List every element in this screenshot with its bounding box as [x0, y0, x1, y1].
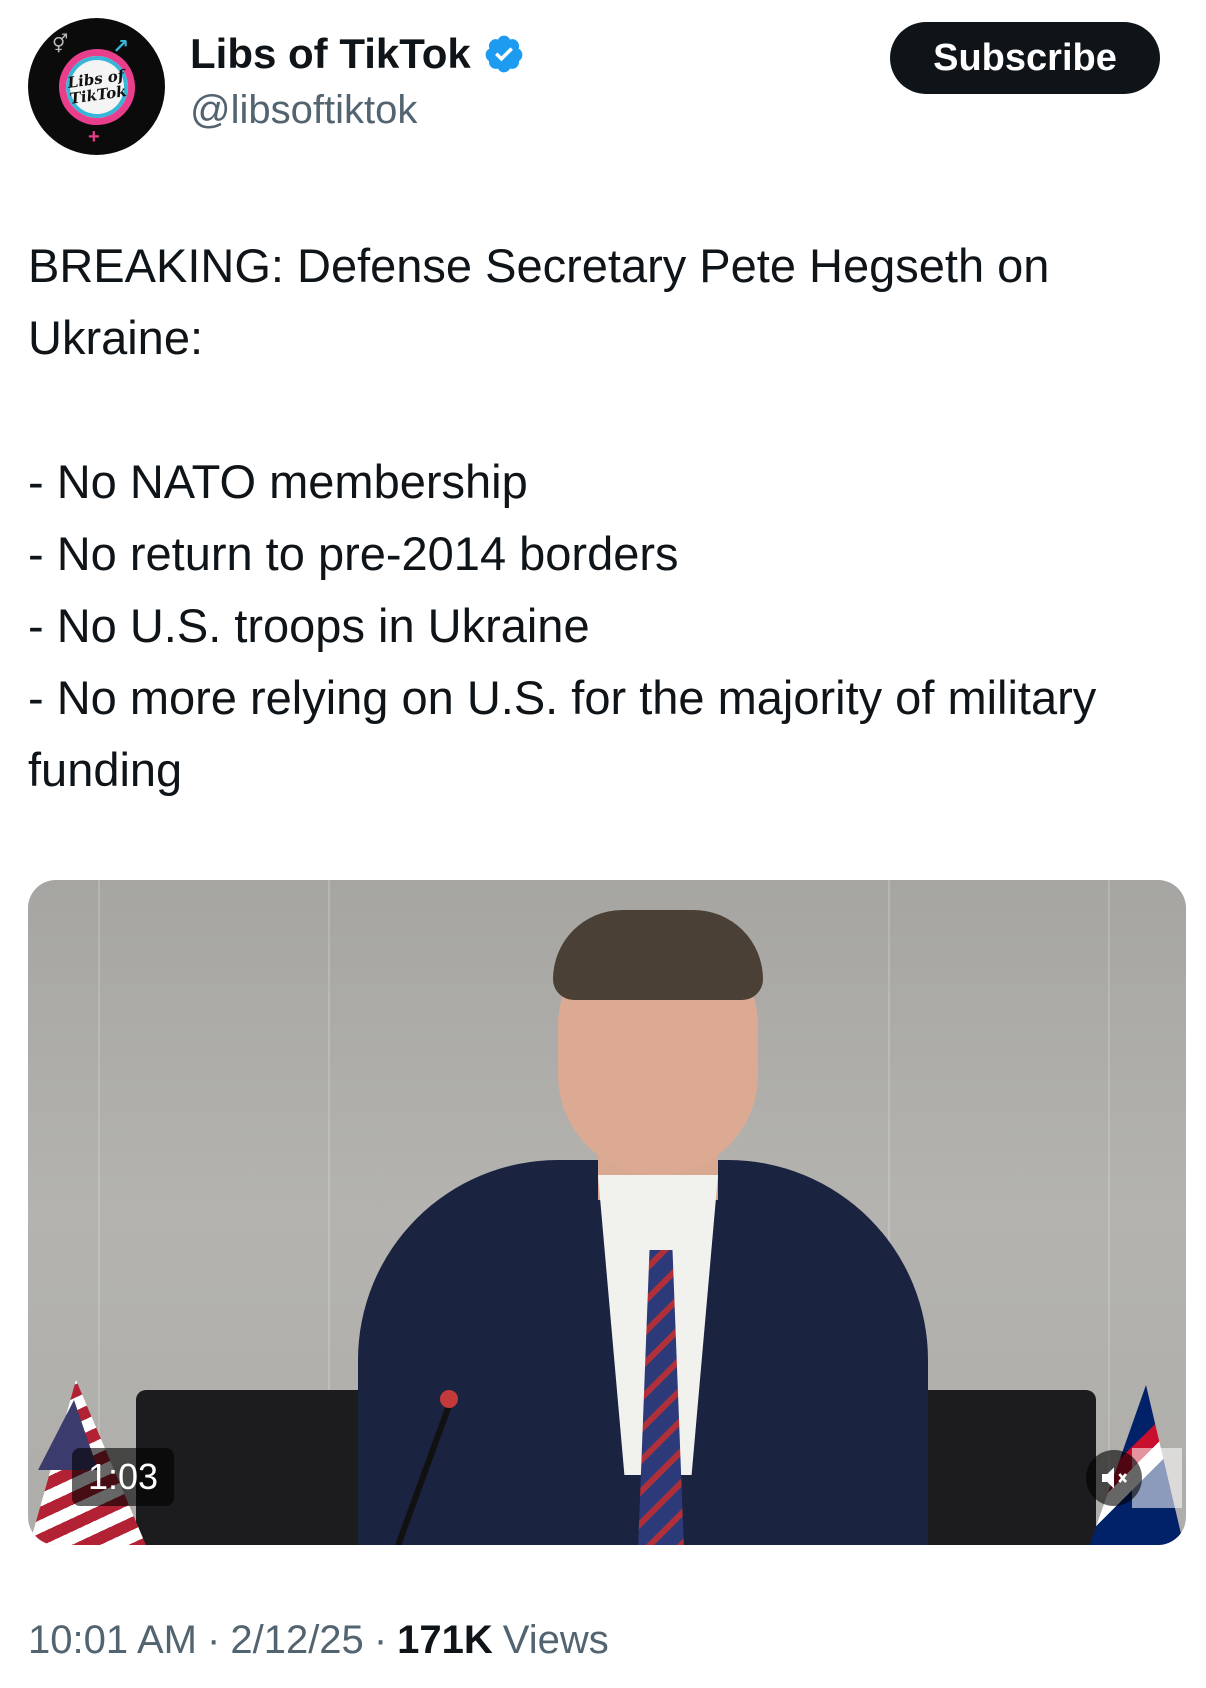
- tweet-bullet-3: - No U.S. troops in Ukraine: [28, 599, 590, 652]
- tweet-time[interactable]: 10:01 AM: [28, 1618, 197, 1663]
- video-duration-badge: 1:03: [72, 1448, 175, 1506]
- author-name-row[interactable]: Libs of TikTok: [190, 30, 525, 78]
- microphone-tip: [440, 1390, 458, 1408]
- female-symbol-icon: +: [88, 126, 100, 148]
- author-handle[interactable]: @libsoftiktok: [190, 88, 417, 133]
- speaker-hair: [553, 910, 763, 1000]
- wall-panel-line: [1108, 880, 1110, 1545]
- tweet-page: ⚥ ↗ Libs of TikTok + Libs of TikTok @lib…: [0, 0, 1206, 1688]
- gender-symbol-icon: ⚥: [52, 34, 69, 54]
- meta-separator: ·: [207, 1618, 221, 1662]
- views-count: 171K: [397, 1618, 493, 1662]
- speaker-muted-icon: [1102, 1467, 1128, 1489]
- tweet-meta: 10:01 AM · 2/12/25 · 171K Views: [28, 1618, 609, 1663]
- views-label: Views: [502, 1618, 609, 1662]
- tweet-bullet-1: - No NATO membership: [28, 455, 528, 508]
- mute-toggle-button[interactable]: [1086, 1450, 1142, 1506]
- tweet-bullet-4: - No more relying on U.S. for the majori…: [28, 671, 1097, 796]
- tweet-text: BREAKING: Defense Secretary Pete Hegseth…: [28, 230, 1178, 806]
- subscribe-button[interactable]: Subscribe: [890, 22, 1160, 94]
- verified-badge-icon: [485, 35, 523, 73]
- tweet-bullet-2: - No return to pre-2014 borders: [28, 527, 679, 580]
- tweet-headline: BREAKING: Defense Secretary Pete Hegseth…: [28, 239, 1050, 364]
- meta-separator: ·: [373, 1618, 388, 1662]
- author-display-name[interactable]: Libs of TikTok: [190, 30, 471, 78]
- video-player[interactable]: 1:03: [28, 880, 1186, 1545]
- avatar[interactable]: ⚥ ↗ Libs of TikTok +: [28, 18, 165, 155]
- tweet-date[interactable]: 2/12/25: [230, 1618, 363, 1663]
